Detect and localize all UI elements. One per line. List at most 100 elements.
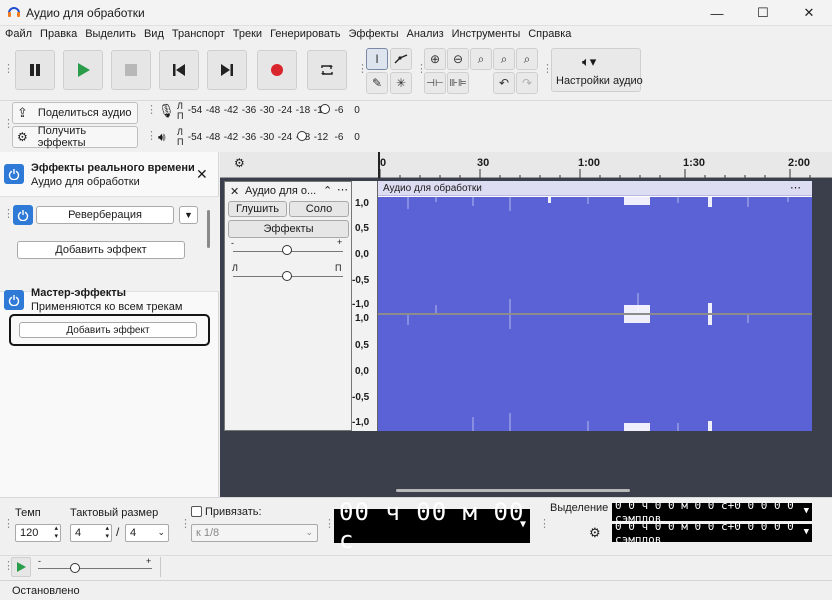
rec-meter-grip[interactable] xyxy=(146,104,152,118)
loop-button[interactable] xyxy=(307,50,347,90)
audio-clip[interactable]: Аудио для обработки ⋯ xyxy=(378,181,812,431)
scale-label: -0,5 xyxy=(352,275,370,286)
realtime-power-button[interactable] xyxy=(4,164,24,184)
menu-effects[interactable]: Эффекты xyxy=(347,26,402,44)
undo-button[interactable]: ↶ xyxy=(493,72,515,94)
add-realtime-effect-button[interactable]: Добавить эффект xyxy=(17,241,185,259)
fit-selection-button[interactable]: ⌕ xyxy=(470,48,492,70)
share-audio-button[interactable]: ⇪ Поделиться аудио xyxy=(12,102,138,124)
time-grip[interactable] xyxy=(324,518,330,532)
speed-grip[interactable] xyxy=(3,560,9,574)
redo-button[interactable]: ↷ xyxy=(516,72,538,94)
playback-speed-slider[interactable] xyxy=(70,563,80,573)
snap-checkbox[interactable] xyxy=(191,506,202,517)
selection-grip[interactable] xyxy=(539,518,545,532)
mute-button[interactable]: Глушить xyxy=(228,201,287,217)
snap-grip[interactable] xyxy=(180,518,186,532)
menu-help[interactable]: Справка xyxy=(527,26,575,44)
effects-list-scrollbar[interactable] xyxy=(207,210,210,248)
menu-view[interactable]: Вид xyxy=(143,26,168,44)
share-grip[interactable] xyxy=(3,118,9,132)
track-menu-icon[interactable]: ⋯ xyxy=(337,183,348,196)
envelope-tool-button[interactable] xyxy=(390,48,412,70)
minimize-button[interactable]: — xyxy=(694,0,740,26)
stepper-icon[interactable]: ▴ ▾ xyxy=(105,525,109,541)
realtime-effects-subtitle: Аудио для обработки xyxy=(31,176,140,188)
gain-slider[interactable] xyxy=(282,245,292,255)
timeline-ruler[interactable]: ⚙︎ 0 30 1:00 1:30 2:00 xyxy=(220,152,832,178)
solo-button[interactable]: Соло xyxy=(289,201,349,217)
menu-file[interactable]: Файл xyxy=(4,26,36,44)
selection-tool-button[interactable]: I xyxy=(366,48,388,70)
reverb-effect-button[interactable]: Реверберация xyxy=(36,206,174,224)
playback-meter-scale[interactable]: -54 -48 -42 -36 -30 -24 -18 -12 -6 0 xyxy=(186,132,366,143)
master-effects-title: Мастер-эффекты xyxy=(31,287,127,299)
menu-edit[interactable]: Правка xyxy=(39,26,81,44)
record-volume-slider[interactable] xyxy=(320,104,330,114)
stepper-icon[interactable]: ▴ ▾ xyxy=(54,525,58,541)
stop-button[interactable] xyxy=(111,50,151,90)
tempo-input[interactable]: 120 ▴ ▾ xyxy=(15,524,61,542)
effect-drag-handle[interactable] xyxy=(3,208,9,222)
time-signature-label: Тактовый размер xyxy=(70,507,159,519)
get-effects-button[interactable]: ⚙︎ Получить эффекты xyxy=(12,125,138,149)
horizontal-scrollbar[interactable] xyxy=(396,489,630,492)
time-display[interactable]: 00 ч 00 м 00 с ▼ xyxy=(334,498,530,554)
record-button[interactable] xyxy=(257,50,297,90)
skip-to-end-button[interactable] xyxy=(207,50,247,90)
master-power-button[interactable] xyxy=(4,290,24,310)
selection-start-field[interactable]: 0 0 ч 0 0 м 0 0 с+0 0 0 0 0 сэмплов ▼ xyxy=(612,499,812,525)
close-panel-icon[interactable]: ✕ xyxy=(196,166,208,183)
clip-header[interactable]: Аудио для обработки ⋯ xyxy=(378,181,812,196)
menu-tracks[interactable]: Треки xyxy=(232,26,266,44)
playback-volume-slider[interactable] xyxy=(297,131,307,141)
meter-tick: -42 xyxy=(223,105,239,116)
recording-meter-scale[interactable]: -54 -48 -42 -36 -30 -24 -18 -12 -6 0 xyxy=(186,105,366,116)
selection-settings-icon[interactable]: ⚙︎ xyxy=(589,525,601,541)
close-button[interactable]: ✕ xyxy=(786,0,832,26)
track-name[interactable]: Аудио для о... xyxy=(245,185,316,197)
trim-outside-button[interactable]: ⊣⊢ xyxy=(424,72,446,94)
zoom-toggle-button[interactable]: ⌕ xyxy=(516,48,538,70)
track-header[interactable]: ✕ Аудио для о... ⌃ ⋯ Глушить Соло Эффект… xyxy=(224,181,352,431)
collapse-track-icon[interactable]: ⌃ xyxy=(323,184,332,197)
reverb-power-button[interactable] xyxy=(13,205,33,225)
skip-to-start-button[interactable] xyxy=(159,50,199,90)
pan-slider[interactable] xyxy=(282,271,292,281)
snap-select[interactable]: к 1/8 ⌄ xyxy=(191,524,318,542)
add-master-effect-button[interactable]: Добавить эффект xyxy=(19,322,197,338)
pause-button[interactable] xyxy=(15,50,55,90)
selection-end-field[interactable]: 0 0 ч 0 0 м 0 0 с+0 0 0 0 0 сэмплов ▼ xyxy=(612,520,812,546)
menu-select[interactable]: Выделить xyxy=(84,26,140,44)
play-meter-grip[interactable] xyxy=(146,130,152,144)
amplitude-scale[interactable]: 1,0 0,5 0,0 -0,5 -1,0 1,0 0,5 0,0 -0,5 -… xyxy=(352,181,378,431)
record-icon xyxy=(271,64,283,76)
zoom-out-button[interactable]: ⊖ xyxy=(447,48,469,70)
menu-analyze[interactable]: Анализ xyxy=(406,26,448,44)
fit-project-button[interactable]: ⌕ xyxy=(493,48,515,70)
menu-tools[interactable]: Инструменты xyxy=(451,26,525,44)
play-at-speed-button[interactable] xyxy=(11,557,31,577)
time-sig-denominator-select[interactable]: 4 ⌄ xyxy=(125,524,169,542)
toolbar-grip[interactable] xyxy=(3,63,9,77)
timeline-settings-icon[interactable]: ⚙︎ xyxy=(234,156,245,170)
draw-tool-button[interactable]: ✎ xyxy=(366,72,388,94)
tools-grip[interactable] xyxy=(357,63,363,77)
maximize-button[interactable]: ☐ xyxy=(740,0,786,26)
zoom-in-button[interactable]: ⊕ xyxy=(424,48,446,70)
multi-tool-button[interactable]: ✳ xyxy=(390,72,412,94)
audio-setup-grip[interactable] xyxy=(542,63,548,77)
silence-button[interactable]: ⊪⊫ xyxy=(447,72,469,94)
selection-label: Выделение xyxy=(550,502,609,514)
edit-toolbar-grip[interactable] xyxy=(416,63,422,77)
close-track-icon[interactable]: ✕ xyxy=(230,185,239,198)
time-signature-grip[interactable] xyxy=(3,518,9,532)
audio-setup-button[interactable]: 🔈︎▾ Настройки аудио xyxy=(551,48,643,92)
menu-transport[interactable]: Транспорт xyxy=(171,26,229,44)
play-button[interactable] xyxy=(63,50,103,90)
clip-menu-icon[interactable]: ⋯ xyxy=(790,181,801,194)
menu-generate[interactable]: Генерировать xyxy=(269,26,344,44)
reverb-options-button[interactable]: ▼ xyxy=(179,206,198,224)
track-effects-button[interactable]: Эффекты xyxy=(228,220,349,238)
time-sig-numerator-input[interactable]: 4 ▴ ▾ xyxy=(70,524,112,542)
